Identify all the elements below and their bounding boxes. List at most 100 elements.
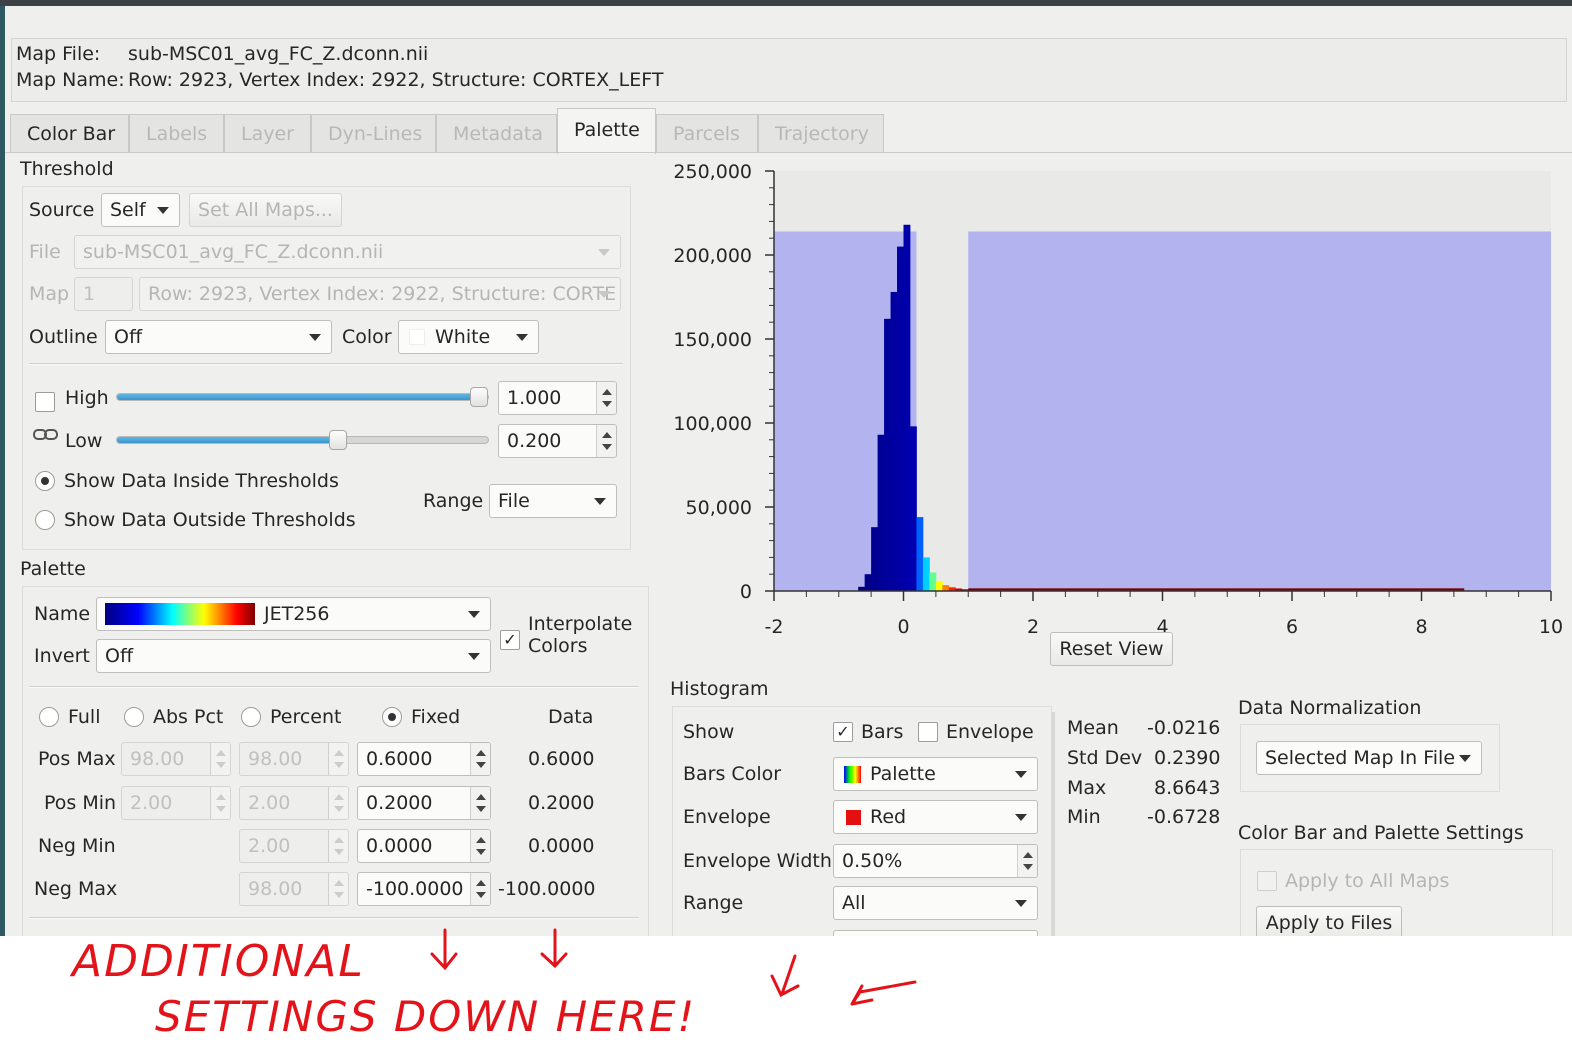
show-inside-radio[interactable] <box>35 471 55 491</box>
stat-min-label: Min <box>1067 806 1101 828</box>
data-normalization-dropdown[interactable]: Selected Map In File <box>1256 741 1482 775</box>
low-slider[interactable] <box>116 430 489 450</box>
neg-max-fixed-spinbox[interactable]: -100.0000 <box>357 872 491 906</box>
tab-trajectory[interactable]: Trajectory <box>758 114 884 152</box>
bars-color-value: Palette <box>870 763 936 785</box>
mode-fixed-radio[interactable] <box>382 707 402 727</box>
chevron-down-icon <box>1015 814 1027 821</box>
map-file-value: sub-MSC01_avg_FC_Z.dconn.nii <box>128 43 429 65</box>
show-bars-checkbox[interactable]: ✓ <box>833 722 853 742</box>
low-slider-fill <box>117 437 338 443</box>
annotation-line-1: ADDITIONAL <box>72 936 365 987</box>
tab-palette[interactable]: Palette <box>557 108 656 154</box>
show-envelope-label: Envelope <box>946 721 1034 743</box>
spin-arrows-icon[interactable] <box>470 830 490 862</box>
apply-to-files-button[interactable]: Apply to Files <box>1256 906 1402 936</box>
histogram-range-dropdown[interactable]: All <box>833 886 1038 920</box>
envelope-width-spinbox[interactable]: 0.50% <box>833 844 1038 878</box>
red-swatch-icon <box>846 810 861 825</box>
mode-percent-radio[interactable] <box>241 707 261 727</box>
low-value-spinbox[interactable]: 0.200 <box>498 424 617 458</box>
palette-name-label: Name <box>34 603 91 625</box>
map-label: Map <box>29 283 70 305</box>
pos-min-fixed-spinbox[interactable]: 0.2000 <box>357 786 491 820</box>
histogram-bar <box>884 318 891 591</box>
show-inside-label: Show Data Inside Thresholds <box>64 470 339 492</box>
bars-color-dropdown[interactable]: Palette <box>833 757 1038 791</box>
spin-arrows-icon[interactable] <box>470 787 490 819</box>
threshold-range-dropdown[interactable]: File <box>489 484 617 518</box>
threshold-file-value: sub-MSC01_avg_FC_Z.dconn.nii <box>83 241 384 263</box>
tab-parcels[interactable]: Parcels <box>656 114 758 152</box>
spin-arrows-icon[interactable] <box>596 425 616 457</box>
tab-metadata[interactable]: Metadata <box>436 114 557 152</box>
spin-arrows-icon[interactable] <box>470 743 490 775</box>
stat-mean-value: -0.0216 <box>1147 717 1221 739</box>
high-slider-handle[interactable] <box>470 387 488 407</box>
histogram-bar <box>890 291 898 591</box>
link-chain-icon[interactable] <box>33 428 59 442</box>
chevron-down-icon <box>594 498 606 505</box>
threshold-file-dropdown[interactable]: sub-MSC01_avg_FC_Z.dconn.nii <box>74 235 621 269</box>
envelope-color-dropdown[interactable]: Red <box>833 800 1038 834</box>
neg-min-label: Neg Min <box>38 835 116 857</box>
y-tick-label: 250,000 <box>673 161 752 183</box>
palette-name-value: JET256 <box>264 603 330 625</box>
pos-min-data-value: 0.2000 <box>528 792 595 814</box>
set-all-maps-button[interactable]: Set All Maps... <box>189 193 342 227</box>
settings-title: Color Bar and Palette Settings <box>1238 822 1524 844</box>
neg-min-percent-spinbox[interactable]: 2.00 <box>239 829 349 863</box>
neg-min-fixed-spinbox[interactable]: 0.0000 <box>357 829 491 863</box>
palette-name-dropdown[interactable]: JET256 <box>96 597 491 631</box>
mode-full-label: Full <box>68 706 101 728</box>
pos-max-label: Pos Max <box>38 748 116 770</box>
x-tick-label: 2 <box>1027 616 1039 636</box>
tab-layer[interactable]: Layer <box>224 114 311 152</box>
outline-color-dropdown[interactable]: White <box>398 320 539 354</box>
neg-max-percent-spinbox[interactable]: 98.00 <box>239 872 349 906</box>
show-envelope-checkbox[interactable] <box>918 722 938 742</box>
pos-min-percent-value: 2.00 <box>248 792 291 814</box>
threshold-map-dropdown[interactable]: Row: 2923, Vertex Index: 2922, Structure… <box>139 277 621 311</box>
histogram-chart[interactable]: 250,000200,000150,000100,00050,0000-2 0 2 4… <box>655 156 1572 636</box>
low-slider-handle[interactable] <box>329 430 347 450</box>
high-threshold-checkbox[interactable] <box>35 392 55 412</box>
spin-arrows-icon[interactable] <box>596 382 616 414</box>
spin-arrows-icon[interactable] <box>1017 845 1037 877</box>
high-value-spinbox[interactable]: 1.000 <box>498 381 617 415</box>
high-slider[interactable] <box>116 387 489 407</box>
spin-arrows-icon <box>328 743 348 775</box>
invert-dropdown[interactable]: Off <box>96 639 491 673</box>
interpolate-colors-checkbox[interactable]: ✓ <box>500 630 520 650</box>
histogram-bar <box>922 557 930 591</box>
pos-max-fixed-spinbox[interactable]: 0.6000 <box>357 742 491 776</box>
y-tick-label: 50,000 <box>686 497 752 519</box>
tab-color-bar[interactable]: Color Bar <box>10 114 129 152</box>
pos-max-percent-spinbox[interactable]: 98.00 <box>239 742 349 776</box>
stats-divider <box>1052 712 1055 936</box>
x-tick-label: 8 <box>1415 616 1427 636</box>
tab-labels[interactable]: Labels <box>129 114 224 152</box>
source-dropdown[interactable]: Self <box>101 193 180 227</box>
show-outside-radio[interactable] <box>35 510 55 530</box>
pos-min-abs-pct-spinbox[interactable]: 2.00 <box>121 786 231 820</box>
envelope-width-value: 0.50% <box>842 850 903 872</box>
down-left-arrow-icon <box>770 954 800 998</box>
map-index-spinbox[interactable]: 1 <box>74 277 133 311</box>
apply-to-all-maps-checkbox[interactable] <box>1257 871 1277 891</box>
reset-view-button[interactable]: Reset View <box>1050 632 1173 666</box>
map-name-label: Map Name: <box>16 69 125 91</box>
threshold-title: Threshold <box>20 158 114 180</box>
map-file-label: Map File: <box>16 43 101 65</box>
outline-dropdown[interactable]: Off <box>105 320 332 354</box>
mode-abs-pct-radio[interactable] <box>124 707 144 727</box>
source-label: Source <box>29 199 95 221</box>
pos-max-abs-pct-spinbox[interactable]: 98.00 <box>121 742 231 776</box>
envelope-color-value: Red <box>870 806 907 828</box>
spin-arrows-icon[interactable] <box>470 873 490 905</box>
tab-dyn-lines[interactable]: Dyn-Lines <box>311 114 436 152</box>
pos-min-percent-spinbox[interactable]: 2.00 <box>239 786 349 820</box>
data-column-header: Data <box>548 706 594 728</box>
mode-full-radio[interactable] <box>39 707 59 727</box>
palette-swatch-icon <box>844 766 861 783</box>
